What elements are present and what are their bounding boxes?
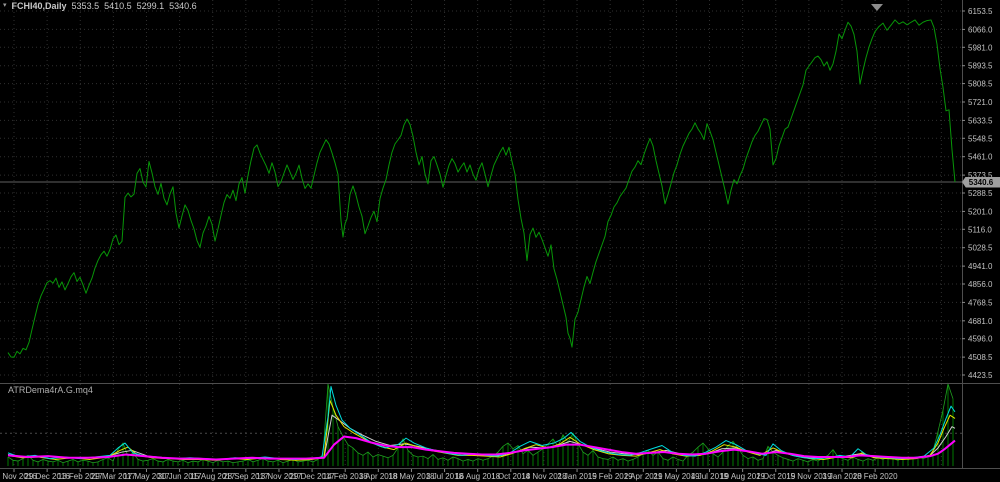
price-axis-label[interactable]: 5633.5: [968, 116, 993, 125]
low-price-value: 5299.1: [137, 1, 165, 11]
high-price-value: 5410.5: [104, 1, 132, 11]
current-price-tag: 5340.6: [962, 177, 1000, 188]
price-axis-label[interactable]: 6153.5: [968, 7, 993, 16]
price-axis-label[interactable]: 5548.5: [968, 134, 993, 143]
chart-title-overlay: ▾ FCHI40,Daily 5353.5 5410.5 5299.1 5340…: [3, 1, 197, 11]
date-label[interactable]: 18 Feb 2020: [853, 472, 898, 481]
price-axis-label[interactable]: 4508.5: [968, 353, 993, 362]
price-axis-label[interactable]: 5461.0: [968, 153, 993, 162]
close-price-value: 5340.6: [169, 1, 197, 11]
price-axis-label[interactable]: 6066.0: [968, 25, 993, 34]
indicator-envelope-line: [8, 384, 953, 463]
indicator-line-silver: [8, 415, 955, 459]
price-axis-label[interactable]: 4856.0: [968, 280, 993, 289]
symbol-dropdown-icon[interactable]: ▾: [3, 1, 7, 11]
price-axis-label[interactable]: 4596.0: [968, 335, 993, 344]
indicator-line-yellow: [8, 400, 955, 460]
price-axis-label[interactable]: 4768.5: [968, 298, 993, 307]
price-axis-label[interactable]: 5721.0: [968, 98, 993, 107]
chart-canvas[interactable]: 6153.5 6066.0 5981.0 5893.5 5808.5 5721.0 5633…: [0, 0, 1000, 482]
indicator-name-label: ATRDema4rA.G.mq4: [8, 385, 93, 395]
open-price-value: 5353.5: [72, 1, 100, 11]
price-axis-label[interactable]: 5893.5: [968, 62, 993, 71]
price-axis-label[interactable]: 5116.0: [968, 225, 992, 234]
price-axis-label[interactable]: 4423.5: [968, 371, 993, 380]
symbol-period-label: FCHI40,Daily: [12, 1, 67, 11]
price-axis-label[interactable]: 4681.0: [968, 317, 993, 326]
price-axis-label[interactable]: 5981.0: [968, 43, 993, 52]
price-axis-label[interactable]: 4941.0: [968, 262, 993, 271]
price-axis-label[interactable]: 5028.5: [968, 244, 993, 253]
price-line: [8, 20, 955, 357]
chart-window: 6153.5 6066.0 5981.0 5893.5 5808.5 5721.0 5633…: [0, 0, 1000, 482]
price-axis-label[interactable]: 5288.5: [968, 189, 993, 198]
price-axis-label[interactable]: 5201.0: [968, 207, 993, 216]
chart-shift-marker-icon[interactable]: [871, 4, 883, 11]
price-axis-label[interactable]: 5808.5: [968, 80, 993, 89]
indicator-line-cyan: [8, 386, 955, 459]
